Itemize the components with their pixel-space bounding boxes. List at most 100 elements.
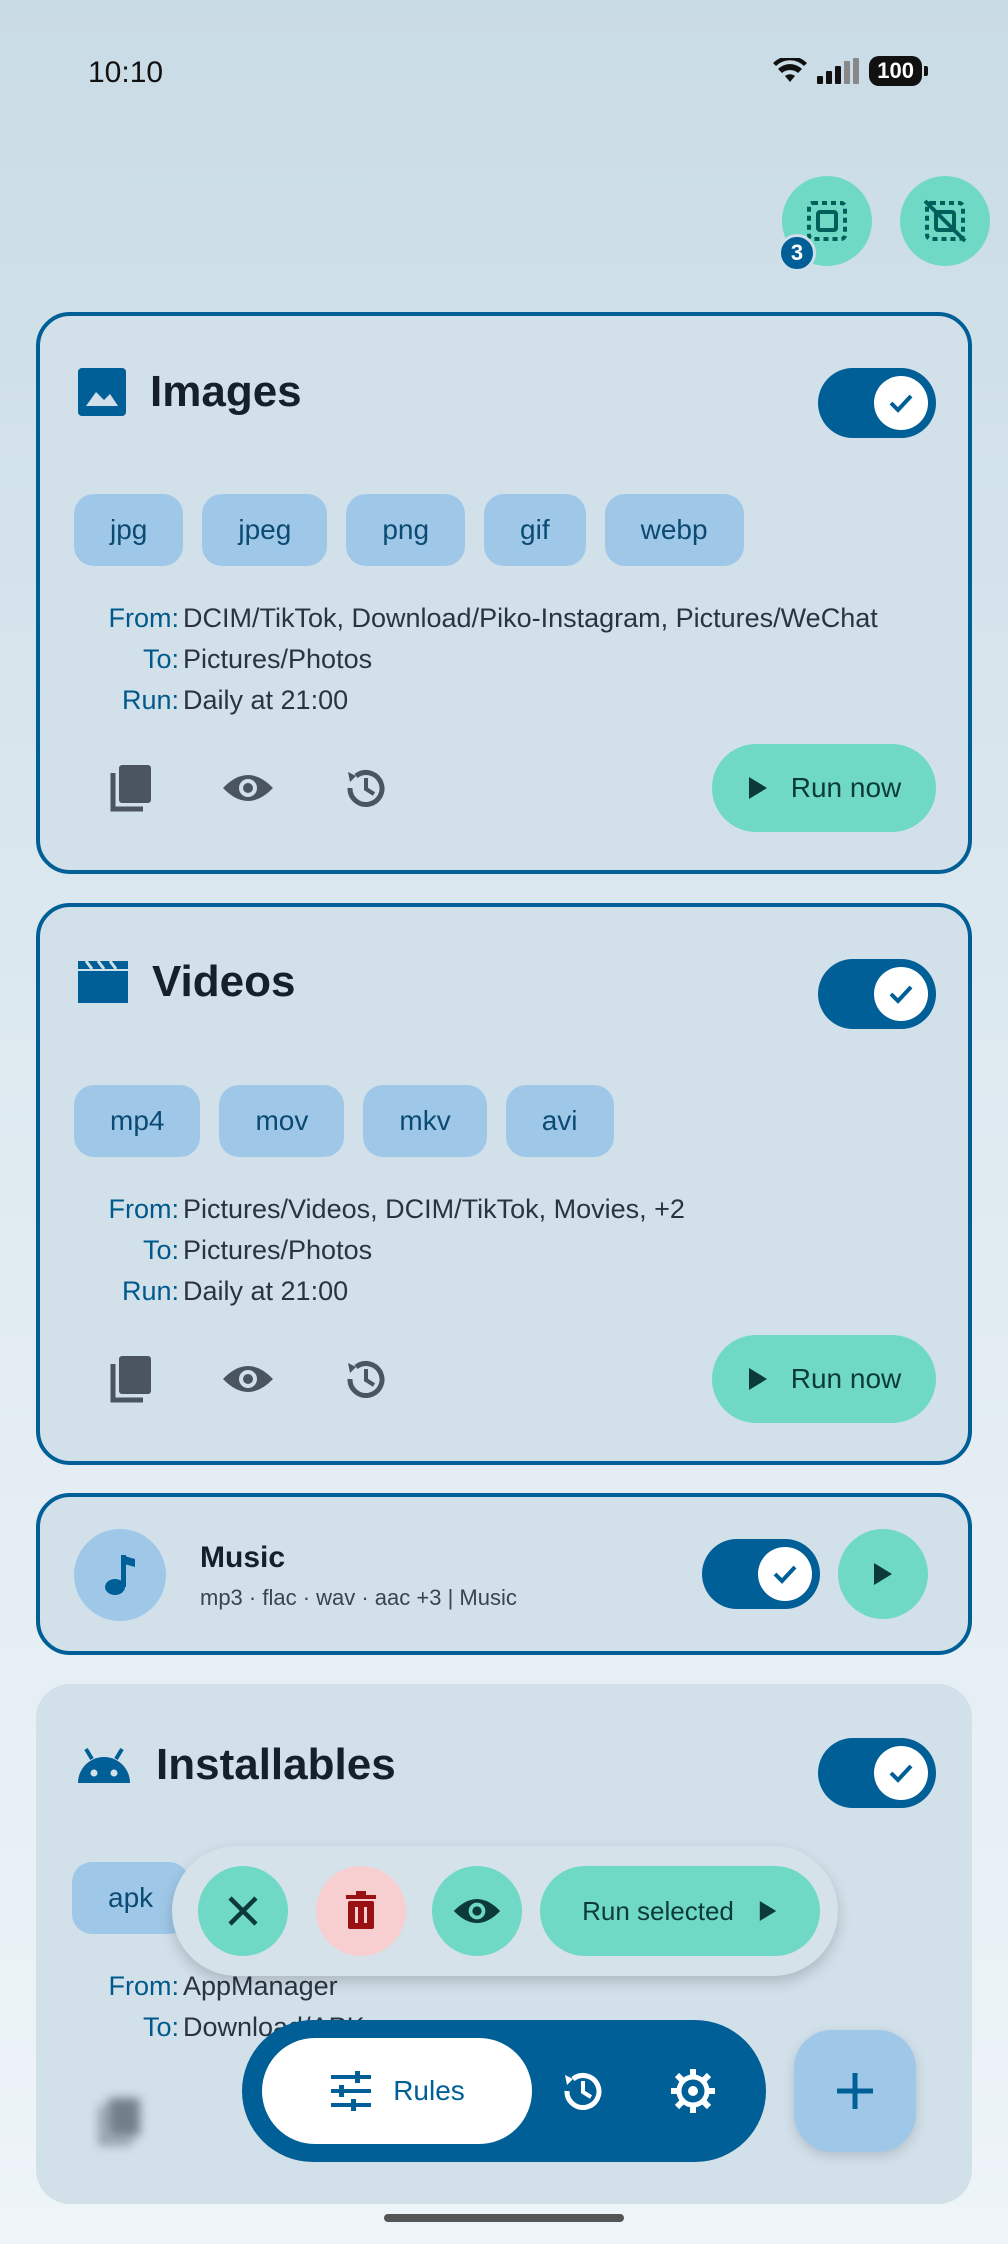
run-label: Run: (121, 685, 179, 715)
run-selected-button[interactable]: Run selected (540, 1866, 820, 1956)
run-now-button[interactable]: Run now (712, 1335, 936, 1423)
tune-icon (331, 2071, 372, 2111)
close-icon (228, 1896, 258, 1926)
history-icon (564, 2073, 602, 2110)
copy-icon (110, 1356, 151, 1403)
check-icon (889, 1764, 913, 1783)
check-icon (773, 1565, 797, 1584)
rule-title: Installables (156, 1740, 396, 1789)
rule-summary: mp3 · flac · wav · aac +3 | Music (200, 1585, 517, 1610)
card-actions (100, 758, 396, 818)
copy-icon (99, 2098, 140, 2145)
music-avatar (74, 1529, 166, 1621)
history-button[interactable] (336, 758, 396, 818)
home-indicator[interactable] (384, 2214, 624, 2222)
from-label: From: (108, 1194, 180, 1224)
clapperboard-icon (78, 960, 128, 1003)
to-label: To: (142, 2012, 179, 2042)
extension-chip[interactable]: jpeg (202, 494, 328, 566)
rule-card-videos[interactable]: Videos mp4 mov mkv avi From: Pictures/Vid… (36, 903, 972, 1465)
rule-enabled-toggle[interactable] (818, 368, 936, 438)
from-label: From: (108, 603, 180, 633)
selection-action-bar: Run selected (172, 1846, 838, 1976)
check-icon (889, 985, 913, 1004)
extension-chips: apk (72, 1862, 190, 1934)
rule-enabled-toggle[interactable] (818, 959, 936, 1029)
preview-button[interactable] (218, 1349, 278, 1409)
extension-chip[interactable]: mp4 (74, 1085, 201, 1157)
rule-card-music[interactable]: Music mp3 · flac · wav · aac +3 | Music (36, 1493, 972, 1655)
to-label: To: (142, 1235, 179, 1265)
extension-chip[interactable]: webp (604, 494, 744, 566)
nav-settings-tab[interactable] (658, 2056, 728, 2126)
card-header: Videos (76, 957, 295, 1007)
play-icon (748, 777, 767, 799)
card-header: Images (76, 366, 302, 418)
extension-chip[interactable]: png (346, 494, 466, 566)
extension-chip[interactable]: mov (219, 1085, 345, 1157)
eye-icon (223, 1366, 273, 1392)
rule-card-images[interactable]: Images jpg jpeg png gif webp From: DCIM/T… (36, 312, 972, 874)
rule-title: Images (150, 367, 302, 416)
nav-rules-tab[interactable]: Rules (262, 2038, 532, 2144)
add-rule-button[interactable] (794, 2030, 916, 2152)
to-label: To: (142, 644, 179, 674)
duplicate-button[interactable] (100, 758, 160, 818)
copy-icon (110, 765, 151, 812)
gear-icon (671, 2069, 715, 2113)
rule-enabled-toggle[interactable] (818, 1738, 936, 1808)
status-time: 10:10 (88, 56, 164, 89)
extension-chip[interactable]: gif (484, 494, 586, 566)
delete-selected-button[interactable] (316, 1866, 406, 1956)
status-bar: 10:10 100 (0, 0, 1008, 140)
run-value: Daily at 21:00 (183, 685, 349, 715)
toggle-knob (874, 376, 928, 430)
eye-icon (223, 775, 273, 801)
rule-title: Music (200, 1541, 286, 1574)
deselect-all-button[interactable] (900, 176, 990, 266)
to-value: Pictures/Photos (183, 1235, 373, 1265)
preview-selected-button[interactable] (432, 1866, 522, 1956)
history-icon (347, 770, 385, 807)
duplicate-button[interactable] (100, 1349, 160, 1409)
rule-enabled-toggle[interactable] (702, 1539, 820, 1609)
android-icon (78, 1747, 130, 1783)
play-icon (759, 1901, 777, 1921)
music-note-icon (105, 1555, 135, 1595)
play-icon (748, 1368, 767, 1390)
run-value: Daily at 21:00 (183, 1276, 349, 1306)
from-value: Pictures/Videos, DCIM/TikTok, Movies, +2 (183, 1194, 685, 1224)
image-icon (78, 368, 126, 416)
toggle-knob (874, 967, 928, 1021)
extension-chip[interactable]: jpg (74, 494, 184, 566)
play-icon (874, 1563, 892, 1585)
signal-icon (817, 58, 860, 84)
toggle-knob (874, 1746, 928, 1800)
check-icon (889, 394, 913, 413)
extension-chip[interactable]: mkv (363, 1085, 487, 1157)
from-label: From: (108, 1971, 180, 2001)
wifi-icon (773, 58, 808, 82)
extension-chip[interactable]: avi (505, 1085, 614, 1157)
battery-indicator: 100 (869, 56, 928, 86)
nav-history-tab[interactable] (548, 2056, 618, 2126)
run-now-label: Run now (790, 1363, 902, 1394)
rule-title: Videos (152, 957, 296, 1006)
rule-details: From: DCIM/TikTok, Download/Piko-Instagra… (106, 598, 878, 721)
run-now-button[interactable]: Run now (712, 744, 936, 832)
to-value: Pictures/Photos (183, 644, 373, 674)
bottom-navigation: Rules (242, 2020, 766, 2162)
clear-selection-button[interactable] (198, 1866, 288, 1956)
preview-button[interactable] (218, 758, 278, 818)
card-actions (100, 1349, 396, 1409)
select-all-icon (807, 201, 847, 241)
deselect-icon (923, 199, 967, 243)
status-icons: 100 (773, 56, 928, 86)
run-now-label: Run now (790, 772, 902, 803)
nav-rules-label: Rules (393, 2075, 465, 2106)
history-button[interactable] (336, 1349, 396, 1409)
extension-chip[interactable]: apk (72, 1862, 190, 1934)
run-now-button[interactable] (838, 1529, 928, 1619)
selected-count-badge: 3 (778, 234, 816, 272)
run-label: Run: (121, 1276, 179, 1306)
